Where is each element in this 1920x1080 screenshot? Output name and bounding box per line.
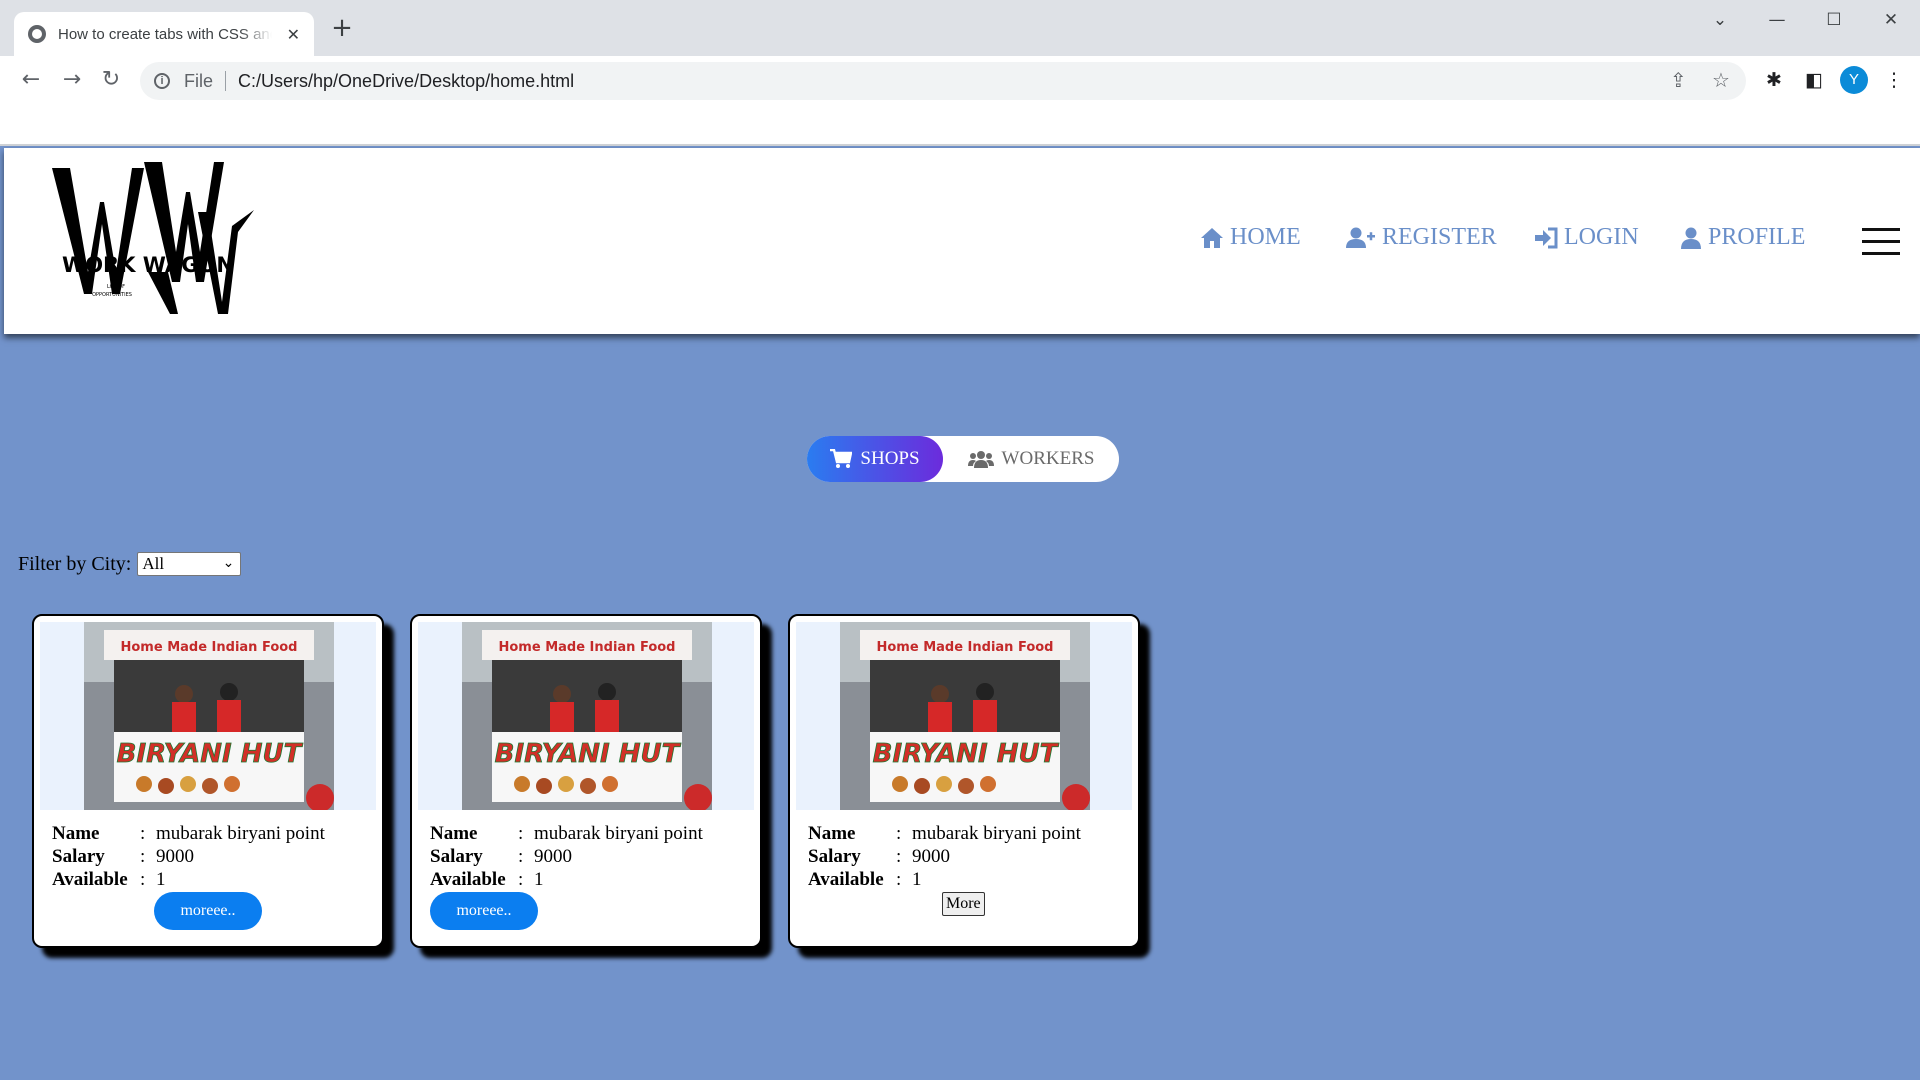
- hamburger-menu-icon[interactable]: [1862, 228, 1900, 256]
- city-filter: Filter by City: All ⌄: [18, 552, 242, 576]
- svg-text:BIRYANI HUT: BIRYANI HUT: [117, 739, 304, 769]
- available-label: Available: [430, 869, 506, 890]
- available-label: Available: [808, 869, 884, 890]
- close-window-icon[interactable]: ✕: [1871, 6, 1911, 34]
- nav-login[interactable]: LOGIN: [1534, 224, 1639, 251]
- available-label: Available: [52, 869, 128, 890]
- nav-home[interactable]: HOME: [1200, 224, 1301, 251]
- file-label: File: [184, 70, 214, 91]
- nav-profile[interactable]: PROFILE: [1680, 224, 1805, 251]
- logo-text: WORK WAGON: [62, 253, 234, 277]
- shop-details: Name: mubarak biryani point Salary:9000 A…: [808, 823, 1081, 890]
- nav-login-label: LOGIN: [1564, 224, 1639, 250]
- new-tab-button[interactable]: +: [328, 14, 356, 42]
- shop-card: Home Made Indian Food BIRYANI HUT Name: m…: [32, 614, 384, 948]
- more-button[interactable]: More: [942, 892, 985, 916]
- back-icon[interactable]: ←: [17, 66, 45, 94]
- close-tab-icon[interactable]: ✕: [287, 25, 300, 44]
- tab-shops[interactable]: SHOPS: [807, 436, 943, 482]
- more-button[interactable]: moreee..: [430, 892, 538, 930]
- nav-register-label: REGISTER: [1382, 224, 1497, 250]
- shop-details: Name: mubarak biryani point Salary:9000 A…: [52, 823, 325, 890]
- salary-label: Salary: [52, 846, 105, 867]
- address-bar[interactable]: i File C:/Users/hp/OneDrive/Desktop/home…: [140, 62, 1746, 100]
- name-label: Name: [430, 823, 478, 844]
- city-select[interactable]: All ⌄: [137, 552, 242, 576]
- shop-salary: 9000: [156, 846, 194, 867]
- chevron-down-icon: ⌄: [222, 555, 235, 571]
- svg-text:BIRYANI HUT: BIRYANI HUT: [873, 739, 1060, 769]
- maximize-icon[interactable]: ☐: [1814, 6, 1854, 34]
- shop-salary: 9000: [912, 846, 950, 867]
- menu-dots-icon[interactable]: ⋮: [1882, 68, 1906, 92]
- info-icon[interactable]: i: [154, 73, 170, 89]
- profile-avatar[interactable]: Y: [1840, 66, 1868, 94]
- shop-image-container: Home Made Indian Food BIRYANI HUT: [40, 622, 376, 810]
- svg-text:Home Made Indian Food: Home Made Indian Food: [877, 640, 1054, 655]
- browser-tabstrip: How to create tabs with CSS and ✕ + ⌄ — …: [0, 0, 1920, 56]
- shopping-cart-icon: [830, 449, 853, 468]
- user-plus-icon: [1346, 227, 1375, 248]
- site-header: WORK WAGON LOT OF OPPORTUNITIES HOME REG…: [4, 148, 1920, 334]
- extensions-icon[interactable]: ✱: [1762, 68, 1786, 92]
- users-icon: [967, 451, 994, 468]
- bookmark-star-icon[interactable]: ☆: [1712, 68, 1730, 92]
- shop-available: 1: [534, 869, 544, 890]
- forward-icon[interactable]: →: [58, 66, 86, 94]
- nav-register[interactable]: REGISTER: [1346, 224, 1497, 251]
- shop-image-container: Home Made Indian Food BIRYANI HUT: [418, 622, 754, 810]
- filter-label: Filter by City:: [18, 552, 132, 575]
- shop-details: Name: mubarak biryani point Salary:9000 A…: [430, 823, 703, 890]
- shop-name: mubarak biryani point: [912, 823, 1081, 844]
- svg-text:Home Made Indian Food: Home Made Indian Food: [121, 640, 298, 655]
- nav-profile-label: PROFILE: [1708, 224, 1806, 250]
- url-text[interactable]: C:/Users/hp/OneDrive/Desktop/home.html: [238, 71, 574, 92]
- tab-search-icon[interactable]: ⌄: [1700, 6, 1740, 34]
- shop-available: 1: [156, 869, 166, 890]
- name-label: Name: [52, 823, 100, 844]
- sign-in-icon: [1535, 227, 1558, 248]
- reload-icon[interactable]: ↻: [97, 66, 125, 94]
- logo-tagline-2: OPPORTUNITIES: [92, 292, 132, 298]
- omnibox-divider: [225, 71, 227, 91]
- shop-image-container: Home Made Indian Food BIRYANI HUT: [796, 622, 1132, 810]
- name-label: Name: [808, 823, 856, 844]
- salary-label: Salary: [430, 846, 483, 867]
- shops-workers-tabs: SHOPS WORKERS: [807, 436, 1119, 482]
- more-button[interactable]: moreee..: [154, 892, 262, 930]
- city-select-value: All: [142, 554, 165, 573]
- browser-tab[interactable]: How to create tabs with CSS and ✕: [14, 12, 314, 56]
- salary-label: Salary: [808, 846, 861, 867]
- tab-workers[interactable]: WORKERS: [943, 436, 1119, 482]
- tab-title: How to create tabs with CSS and: [58, 25, 272, 43]
- nav-home-label: HOME: [1230, 224, 1301, 250]
- logo-tagline-1: LOT OF: [107, 284, 125, 290]
- tab-shops-label: SHOPS: [860, 448, 920, 469]
- user-icon: [1681, 227, 1701, 249]
- shop-card: Home Made Indian Food BIRYANI HUT Name: m…: [788, 614, 1140, 948]
- shop-image: Home Made Indian Food BIRYANI HUT: [840, 622, 1090, 810]
- svg-text:BIRYANI HUT: BIRYANI HUT: [495, 739, 682, 769]
- home-icon: [1201, 227, 1223, 248]
- shop-image: Home Made Indian Food BIRYANI HUT: [462, 622, 712, 810]
- browser-toolbar: ← → ↻ i File C:/Users/hp/OneDrive/Deskto…: [0, 56, 1920, 104]
- page-top-strip: [0, 104, 1920, 146]
- shop-available: 1: [912, 869, 922, 890]
- tab-workers-label: WORKERS: [1001, 448, 1095, 469]
- shop-card: Home Made Indian Food BIRYANI HUT Name: m…: [410, 614, 762, 948]
- work-wagon-logo[interactable]: WORK WAGON LOT OF OPPORTUNITIES: [48, 162, 258, 314]
- svg-text:Home Made Indian Food: Home Made Indian Food: [499, 640, 676, 655]
- minimize-icon[interactable]: —: [1757, 6, 1797, 34]
- side-panel-icon[interactable]: ◧: [1802, 68, 1826, 92]
- shop-salary: 9000: [534, 846, 572, 867]
- share-icon[interactable]: ⇪: [1670, 68, 1687, 92]
- shop-name: mubarak biryani point: [534, 823, 703, 844]
- shop-name: mubarak biryani point: [156, 823, 325, 844]
- globe-icon: [28, 25, 46, 43]
- shop-image: Home Made Indian Food BIRYANI HUT: [84, 622, 334, 810]
